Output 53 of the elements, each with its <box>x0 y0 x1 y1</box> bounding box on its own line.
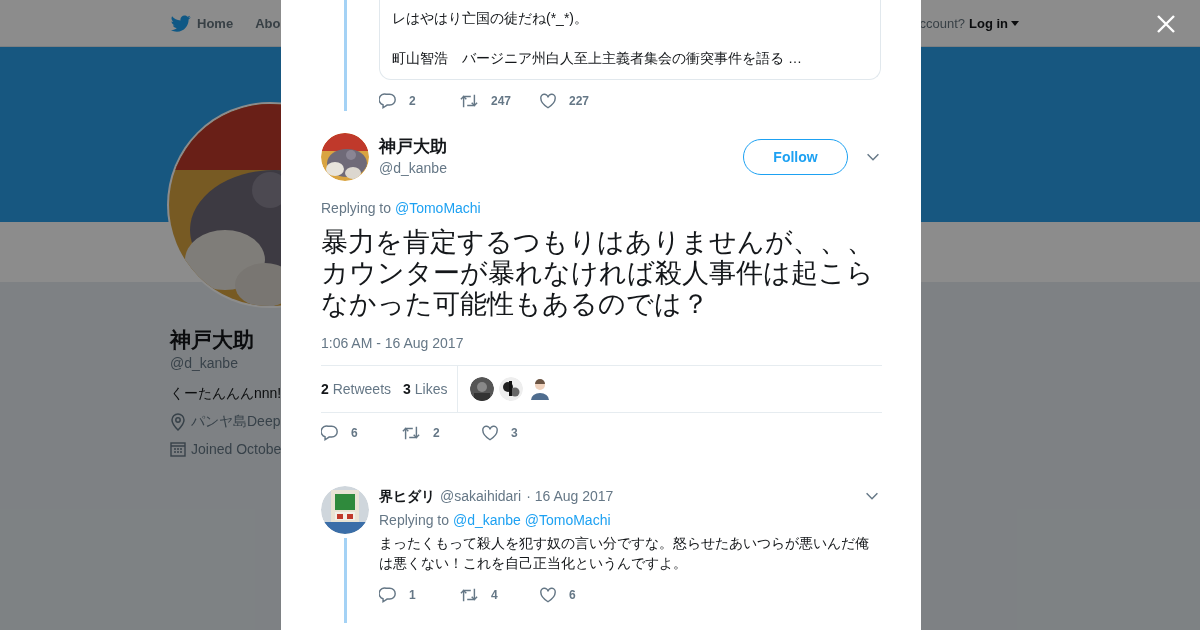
reply-count: 2 <box>409 94 416 108</box>
preview-text: 町山智浩 バージニア州白人至上主義者集会の衝突事件を語る … <box>392 49 803 68</box>
caret-icon[interactable] <box>1011 20 1019 26</box>
tweet-timestamp: 1:06 AM - 16 Aug 2017 <box>321 334 465 353</box>
retweet-count: 247 <box>491 94 512 108</box>
tweet-text: 暴力を肯定するつもりはありませんが、、、カウンターが暴れなければ殺人事件は起こらなかった可能性もあるのでは？ <box>321 227 875 320</box>
nav-link[interactable]: Abo <box>255 15 281 31</box>
author-name: 界ヒダリ <box>379 487 435 506</box>
nav-link[interactable]: Home <box>171 14 234 32</box>
profile-name: 神戸大助 <box>170 327 254 353</box>
profile-bio: くーたんんんnnn! <box>170 385 282 403</box>
reply-icon[interactable] <box>379 586 397 604</box>
retweet-count: 2 <box>433 426 440 440</box>
author-name: 神戸大助 <box>379 136 447 158</box>
calendar-icon <box>170 441 186 457</box>
reply-count: 1 <box>409 588 416 602</box>
follow-button[interactable]: Follow <box>743 139 848 175</box>
replying-to: Replying to @d_kanbe @TomoMachi <box>379 511 612 530</box>
login-link[interactable]: Log in <box>969 15 1019 31</box>
chevron-icon[interactable] <box>865 491 879 501</box>
retweets-stat[interactable]: 2 Retweets <box>321 381 392 397</box>
preview-text: レはやはり亡国の徒だね(*_*)。 <box>392 9 589 28</box>
tweet-date: · 16 Aug 2017 <box>526 487 614 506</box>
reply-count: 6 <box>351 426 358 440</box>
like-count: 6 <box>569 588 576 602</box>
replying-to: Replying to @TomoMachi <box>321 199 482 218</box>
reply-icon[interactable] <box>321 424 339 442</box>
profile-location: パンヤ島Deep <box>191 413 281 431</box>
heart-icon[interactable] <box>481 424 499 442</box>
bird-icon <box>171 14 191 32</box>
location-pin-icon <box>170 413 186 431</box>
mention-link[interactable]: @TomoMachi <box>394 200 481 216</box>
reply-text: まったくもって殺人を犯す奴の言い分ですな。怒らせたあいつらが悪いんだ俺は悪くない！これを自己正当化というんですよ。 <box>379 535 870 573</box>
author-handle: @d_kanbe <box>379 159 447 178</box>
profile-joined: Joined Octobe <box>191 441 282 457</box>
like-count: 227 <box>569 94 590 108</box>
retweet-icon[interactable] <box>459 586 479 604</box>
account-prompt: ccount? <box>919 15 965 31</box>
retweet-icon[interactable] <box>459 92 479 110</box>
retweet-count: 4 <box>491 588 498 602</box>
heart-icon[interactable] <box>539 586 557 604</box>
close-button[interactable] <box>1156 14 1176 34</box>
reply-icon[interactable] <box>379 92 397 110</box>
author-handle: @sakaihidari <box>440 487 522 506</box>
link-preview-card[interactable]: レはやはり亡国の徒だね(*_*)。 町山智浩 バージニア州白人至上主義者集会の衝突事件を語る … <box>379 0 881 80</box>
chevron-icon[interactable] <box>866 152 880 162</box>
retweet-icon[interactable] <box>401 424 421 442</box>
likes-stat[interactable]: 3 Likes <box>403 381 448 397</box>
like-count: 3 <box>511 426 518 440</box>
mention-link[interactable]: @TomoMachi <box>524 512 611 528</box>
heart-icon[interactable] <box>539 92 557 110</box>
profile-handle: @d_kanbe <box>170 355 238 371</box>
mention-link[interactable]: @d_kanbe <box>452 512 521 528</box>
